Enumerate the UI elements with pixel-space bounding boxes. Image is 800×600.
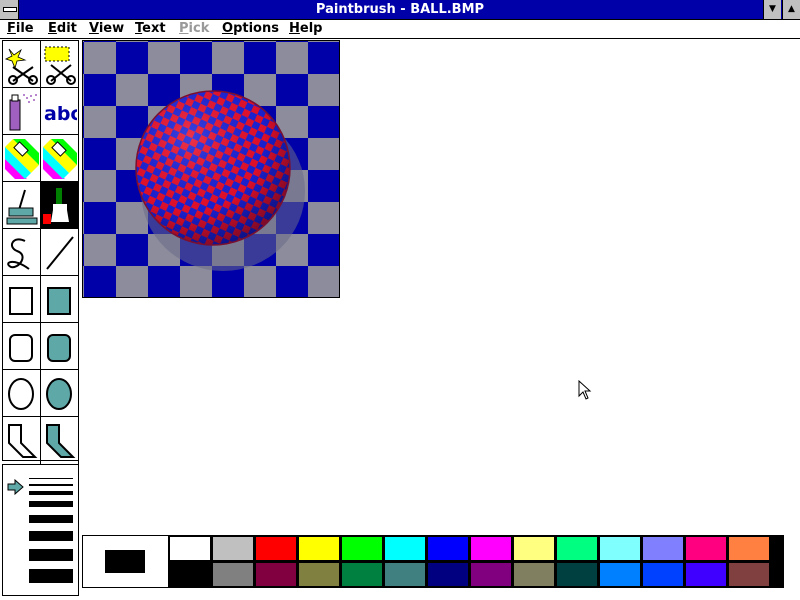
minimize-button[interactable]: ▼ bbox=[763, 0, 781, 19]
rounded-box-icon bbox=[9, 334, 33, 362]
tool-curve[interactable] bbox=[3, 229, 41, 276]
tool-filled-polygon[interactable] bbox=[41, 417, 79, 464]
eraser-icon bbox=[43, 139, 77, 179]
tool-text[interactable]: abc bbox=[41, 88, 79, 135]
linesize-option[interactable] bbox=[29, 484, 73, 486]
palette-swatch[interactable] bbox=[212, 536, 254, 561]
linesize-option[interactable] bbox=[29, 501, 73, 507]
palette-swatch[interactable] bbox=[513, 536, 555, 561]
palette-swatch[interactable] bbox=[599, 562, 641, 587]
scissors-icon bbox=[5, 48, 38, 85]
maximize-button[interactable]: ▲ bbox=[782, 0, 800, 19]
palette-swatch[interactable] bbox=[341, 562, 383, 587]
palette-swatch[interactable] bbox=[470, 536, 512, 561]
circle-icon bbox=[8, 378, 34, 410]
tool-color-eraser[interactable] bbox=[3, 135, 41, 182]
color-palette bbox=[82, 535, 784, 588]
palette-swatch[interactable] bbox=[384, 536, 426, 561]
menu-help[interactable]: Help bbox=[289, 20, 322, 38]
pick-scissors-icon bbox=[44, 46, 76, 85]
linesize-option[interactable] bbox=[29, 549, 73, 561]
tool-circle[interactable] bbox=[3, 370, 41, 417]
tool-eraser[interactable] bbox=[41, 135, 79, 182]
palette-swatch[interactable] bbox=[642, 562, 684, 587]
svg-text:abc: abc bbox=[44, 103, 77, 125]
linesize-box[interactable] bbox=[2, 464, 79, 596]
palette-swatch[interactable] bbox=[642, 536, 684, 561]
tool-filled-rounded-box[interactable] bbox=[41, 323, 79, 370]
menu-file[interactable]: File bbox=[7, 20, 34, 38]
linesize-option[interactable] bbox=[29, 478, 73, 479]
tool-line[interactable] bbox=[41, 229, 79, 276]
foreground-color bbox=[105, 550, 145, 573]
brush-icon bbox=[43, 188, 69, 224]
palette-swatch[interactable] bbox=[599, 536, 641, 561]
airbrush-icon bbox=[9, 94, 37, 131]
tool-filled-box[interactable] bbox=[41, 276, 79, 323]
palette-swatch[interactable] bbox=[427, 562, 469, 587]
tool-airbrush[interactable] bbox=[3, 88, 41, 135]
canvas-image[interactable] bbox=[82, 40, 340, 298]
mouse-pointer-icon bbox=[578, 380, 592, 400]
tool-filled-circle[interactable] bbox=[41, 370, 79, 417]
palette-swatch[interactable] bbox=[728, 536, 770, 561]
palette-swatch[interactable] bbox=[341, 536, 383, 561]
tool-pick[interactable] bbox=[41, 41, 79, 88]
linesize-option[interactable] bbox=[29, 531, 73, 541]
filled-rounded-box-icon bbox=[47, 334, 71, 362]
box-icon bbox=[9, 287, 33, 315]
palette-swatch[interactable] bbox=[470, 562, 512, 587]
checkered-ball-picture bbox=[83, 41, 339, 297]
filled-box-icon bbox=[47, 287, 71, 315]
curve-icon bbox=[7, 238, 30, 270]
palette-swatch[interactable] bbox=[298, 562, 340, 587]
palette-swatch[interactable] bbox=[427, 536, 469, 561]
paint-roller-icon bbox=[6, 189, 38, 225]
tool-brush[interactable] bbox=[41, 182, 79, 229]
tool-rounded-box[interactable] bbox=[3, 323, 41, 370]
toolbox: abc bbox=[2, 40, 79, 464]
menu-edit[interactable]: Edit bbox=[48, 20, 77, 38]
tool-paint-roller[interactable] bbox=[3, 182, 41, 229]
palette-swatch[interactable] bbox=[513, 562, 555, 587]
linesize-option[interactable] bbox=[29, 515, 73, 523]
palette-swatch[interactable] bbox=[298, 536, 340, 561]
color-eraser-icon bbox=[5, 139, 39, 179]
palette-swatch[interactable] bbox=[255, 536, 297, 561]
polygon-icon bbox=[8, 424, 38, 458]
tool-box[interactable] bbox=[3, 276, 41, 323]
arrow-right-icon bbox=[7, 479, 24, 495]
window-title: Paintbrush - BALL.BMP bbox=[315, 2, 485, 17]
filled-polygon-icon bbox=[46, 424, 76, 458]
tool-polygon[interactable] bbox=[3, 417, 41, 464]
filled-circle-icon bbox=[46, 378, 72, 410]
palette-swatch[interactable] bbox=[255, 562, 297, 587]
palette-swatch[interactable] bbox=[169, 562, 211, 587]
menu-bar: File Edit View Text Pick Options Help bbox=[0, 20, 800, 39]
line-icon bbox=[46, 236, 74, 270]
tool-scissors[interactable] bbox=[3, 41, 41, 88]
text-icon: abc bbox=[44, 103, 77, 125]
palette-swatch[interactable] bbox=[556, 562, 598, 587]
palette-swatch[interactable] bbox=[728, 562, 770, 587]
linesize-option[interactable] bbox=[29, 491, 73, 495]
palette-swatch[interactable] bbox=[169, 536, 211, 561]
menu-view[interactable]: View bbox=[89, 20, 124, 38]
menu-options[interactable]: Options bbox=[222, 20, 279, 38]
palette-swatch[interactable] bbox=[212, 562, 254, 587]
menu-text[interactable]: Text bbox=[135, 20, 166, 38]
menu-pick[interactable]: Pick bbox=[179, 20, 209, 38]
palette-swatch[interactable] bbox=[685, 536, 727, 561]
palette-swatch[interactable] bbox=[685, 562, 727, 587]
palette-swatch[interactable] bbox=[556, 536, 598, 561]
linesize-option[interactable] bbox=[29, 569, 73, 583]
palette-swatch[interactable] bbox=[384, 562, 426, 587]
current-color-indicator bbox=[83, 536, 169, 587]
title-bar: Paintbrush - BALL.BMP ▼ ▲ bbox=[0, 0, 800, 20]
